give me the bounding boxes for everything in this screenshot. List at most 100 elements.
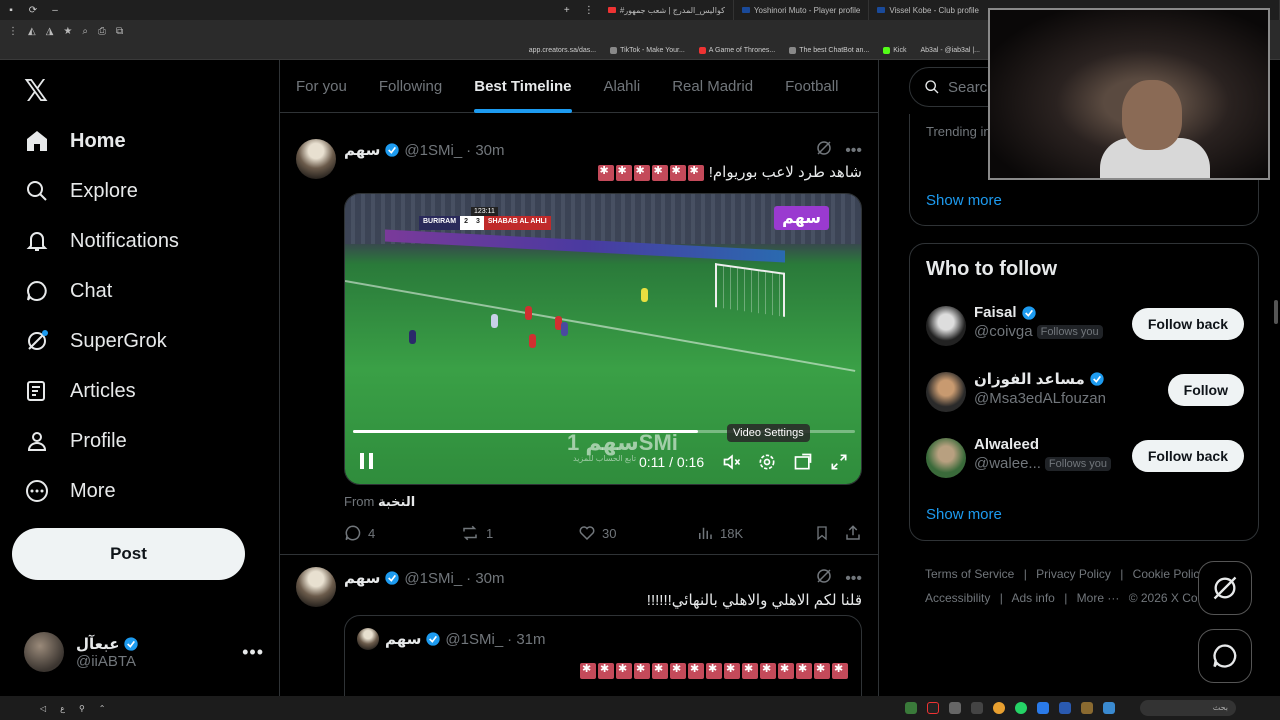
- taskbar-app-icon[interactable]: [905, 702, 917, 714]
- grok-icon[interactable]: [815, 567, 833, 590]
- nav-chat[interactable]: Chat: [24, 278, 112, 304]
- whatsapp-icon[interactable]: [1015, 702, 1027, 714]
- tab-list-icon[interactable]: ⋮: [578, 5, 600, 16]
- video-player[interactable]: 123:11 BURIRAM 2 3 SHABAB AL AHLI سهم سه…: [344, 193, 862, 485]
- reply-button[interactable]: 4: [344, 524, 375, 542]
- tweet-author-name[interactable]: سهم: [344, 141, 380, 159]
- back-icon[interactable]: ⋮: [8, 26, 18, 37]
- nav-explore[interactable]: Explore: [24, 178, 138, 204]
- tab-alahli[interactable]: Alahli: [588, 60, 657, 113]
- follow-suggestion[interactable]: Faisal @coivga Follows you Follow back: [926, 304, 1244, 348]
- bookmark-item[interactable]: Ab3al - @iab3al |...: [920, 47, 980, 54]
- tray-icon[interactable]: ع: [60, 704, 65, 713]
- repost-button[interactable]: 1: [460, 524, 493, 542]
- tiktok-icon[interactable]: [927, 702, 939, 714]
- browser-tab[interactable]: Yoshinori Muto - Player profile: [734, 0, 870, 20]
- scrollbar-thumb[interactable]: [1274, 300, 1278, 324]
- extension-icon[interactable]: ◭: [28, 26, 36, 37]
- tweet-author-handle[interactable]: @1SMi_: [404, 142, 462, 159]
- taskbar-app-icon[interactable]: [1103, 702, 1115, 714]
- tab-for-you[interactable]: For you: [280, 60, 363, 113]
- home-icon: [24, 128, 50, 154]
- translate-icon[interactable]: ⧉: [116, 26, 123, 37]
- follow-suggestion[interactable]: مساعد الفوزان @Msa3edALfouzan Follow: [926, 370, 1244, 414]
- footer-link[interactable]: More ···: [1077, 591, 1120, 605]
- tab-real-madrid[interactable]: Real Madrid: [656, 60, 769, 113]
- footer-link[interactable]: Privacy Policy: [1036, 567, 1111, 581]
- bookmark-item[interactable]: A Game of Thrones...: [698, 47, 775, 54]
- taskbar-app-icon[interactable]: [949, 702, 961, 714]
- footer-link[interactable]: Ads info: [1012, 591, 1055, 605]
- zoom-icon[interactable]: ⌕: [82, 26, 88, 37]
- nav-more[interactable]: More: [24, 478, 116, 504]
- tray-icon[interactable]: ⌃: [99, 704, 106, 713]
- x-logo-icon[interactable]: 𝕏: [24, 74, 48, 109]
- footer-link[interactable]: Cookie Policy: [1133, 567, 1206, 581]
- more-dots-icon[interactable]: •••: [845, 570, 862, 588]
- tweet[interactable]: سهم @1SMi_ · 30m ••• قلنا لكم الاهلي وال…: [280, 555, 878, 696]
- follow-back-button[interactable]: Follow back: [1131, 440, 1244, 472]
- bookmark-star-icon[interactable]: ★: [63, 26, 72, 37]
- tweet-time[interactable]: · 30m: [466, 142, 504, 159]
- bookmark-item[interactable]: Kick: [883, 47, 906, 54]
- nav-articles[interactable]: Articles: [24, 378, 136, 404]
- mute-icon[interactable]: [721, 451, 743, 473]
- nav-notifications[interactable]: Notifications: [24, 228, 179, 254]
- bookmark-item[interactable]: The best ChatBot an...: [789, 47, 869, 54]
- bookmark-button[interactable]: [814, 524, 830, 542]
- grok-button[interactable]: [1198, 561, 1252, 615]
- post-button[interactable]: Post: [12, 528, 245, 580]
- share-icon[interactable]: ⎙: [98, 26, 106, 37]
- nav-supergrok[interactable]: SuperGrok: [24, 328, 167, 354]
- tab-football[interactable]: Football: [769, 60, 854, 113]
- taskbar-app-icon[interactable]: [971, 702, 983, 714]
- tweet[interactable]: سهم @1SMi_ · 30m ••• شاهد طرد لاعب بوريو…: [280, 127, 878, 555]
- follow-suggestion[interactable]: Alwaleed @walee... Follows you Follow bac…: [926, 436, 1244, 480]
- tweet-author-name[interactable]: سهم: [344, 569, 380, 587]
- quoted-tweet[interactable]: سهم @1SMi_ · 31m: [344, 615, 862, 696]
- nav-home[interactable]: Home: [24, 128, 126, 154]
- like-button[interactable]: 30: [578, 524, 616, 542]
- tweet-time[interactable]: · 30m: [466, 570, 504, 587]
- picture-in-picture-icon[interactable]: [792, 451, 814, 473]
- share-button[interactable]: [844, 524, 862, 542]
- fullscreen-icon[interactable]: [828, 451, 850, 473]
- tab-following[interactable]: Following: [363, 60, 458, 113]
- messages-button[interactable]: [1198, 629, 1252, 683]
- follow-button[interactable]: Follow: [1167, 374, 1244, 406]
- taskbar-search[interactable]: بحث: [1140, 700, 1236, 716]
- video-source-link[interactable]: النخبة: [378, 494, 415, 509]
- more-dots-icon[interactable]: •••: [845, 142, 862, 160]
- account-switcher[interactable]: عبعآل @iiABTA •••: [24, 630, 264, 674]
- gear-icon[interactable]: [756, 451, 778, 473]
- reload-icon[interactable]: ⟳: [22, 5, 44, 16]
- follow-back-button[interactable]: Follow back: [1131, 308, 1244, 340]
- browser-tab[interactable]: #كواليس_المدرج | شعب جمهور: [600, 0, 734, 20]
- tweet-author-handle[interactable]: @1SMi_: [404, 570, 462, 587]
- taskbar-app-icon[interactable]: [1059, 702, 1071, 714]
- taskbar-app-icon[interactable]: [1037, 702, 1049, 714]
- show-more-link[interactable]: Show more: [926, 192, 1002, 209]
- tray-icon[interactable]: ◁: [40, 704, 46, 713]
- footer-link[interactable]: Accessibility: [925, 591, 990, 605]
- avatar[interactable]: [296, 139, 336, 179]
- footer-link[interactable]: Terms of Service: [925, 567, 1014, 581]
- chrome-icon[interactable]: [993, 702, 1005, 714]
- more-dots-icon[interactable]: •••: [242, 642, 264, 663]
- views-button[interactable]: 18K: [696, 524, 743, 542]
- tray-icon[interactable]: ⚲: [79, 704, 85, 713]
- bookmark-item[interactable]: TikTok - Make Your...: [610, 47, 685, 54]
- new-tab-icon[interactable]: +: [556, 5, 578, 16]
- minimize-icon[interactable]: –: [44, 5, 66, 16]
- trend-label[interactable]: Trending in: [926, 124, 991, 139]
- nav-profile[interactable]: Profile: [24, 428, 127, 454]
- avatar[interactable]: [296, 567, 336, 607]
- window-menu-icon[interactable]: ▪: [0, 5, 22, 16]
- bookmark-item[interactable]: app.creators.sa/das...: [529, 47, 596, 54]
- pause-icon[interactable]: [357, 450, 377, 472]
- grok-icon[interactable]: [815, 139, 833, 162]
- folder-icon[interactable]: [1081, 702, 1093, 714]
- tab-best-timeline[interactable]: Best Timeline: [458, 60, 587, 113]
- show-more-link[interactable]: Show more: [926, 506, 1002, 523]
- extension-icon[interactable]: ◮: [46, 26, 54, 37]
